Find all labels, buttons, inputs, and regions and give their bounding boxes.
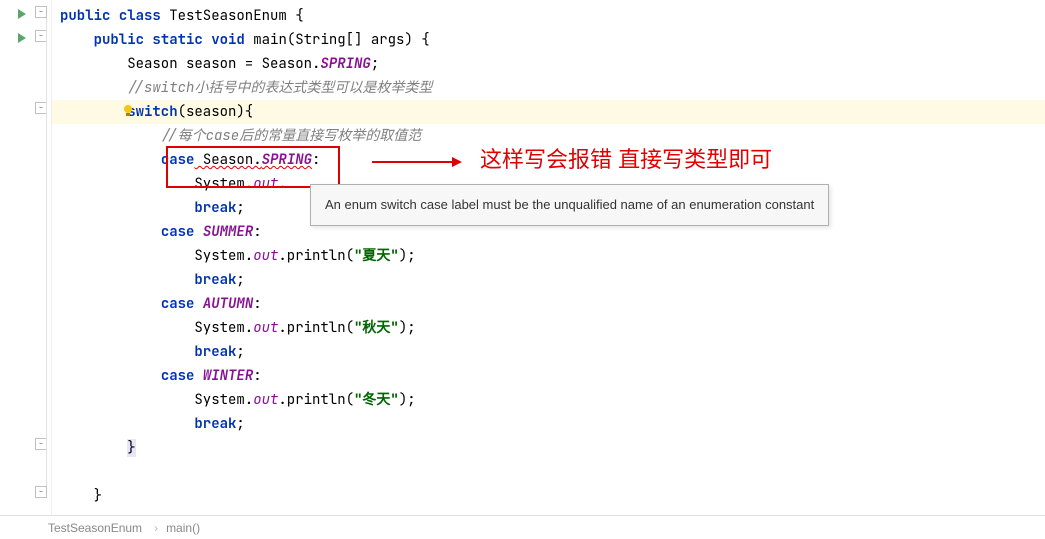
gutter: − − − − − [0, 0, 52, 539]
breadcrumb-item[interactable]: TestSeasonEnum [48, 521, 142, 535]
lightbulb-icon[interactable] [120, 102, 136, 118]
code-line[interactable]: } [52, 484, 1045, 508]
code-line[interactable]: break; [52, 340, 1045, 364]
code-area[interactable]: public class TestSeasonEnum { public sta… [52, 0, 1045, 539]
error-annotation: 这样写会报错 直接写类型即可 [480, 148, 772, 172]
editor-container: − − − − − public class TestSeasonEnum { … [0, 0, 1045, 539]
chevron-right-icon: › [154, 521, 158, 535]
run-method-icon[interactable] [14, 30, 30, 46]
code-line[interactable]: case WINTER: [52, 364, 1045, 388]
code-line[interactable]: break; [52, 268, 1045, 292]
code-line[interactable]: Season season = Season.SPRING; [52, 52, 1045, 76]
code-line[interactable]: case AUTUMN: [52, 292, 1045, 316]
code-line[interactable] [52, 460, 1045, 484]
fold-icon[interactable]: − [35, 6, 47, 18]
code-line[interactable]: break; [52, 412, 1045, 436]
code-line[interactable]: System.out.println("冬天"); [52, 388, 1045, 412]
code-line[interactable]: } [52, 436, 1045, 460]
code-line[interactable]: public class TestSeasonEnum { [52, 4, 1045, 28]
arrow-icon [372, 152, 462, 177]
error-tooltip: An enum switch case label must be the un… [310, 184, 829, 226]
code-line[interactable]: //每个case后的常量直接写枚举的取值范 [52, 124, 1045, 148]
code-line[interactable]: System.out.println("夏天"); [52, 244, 1045, 268]
breadcrumb: TestSeasonEnum › main() [0, 515, 1045, 539]
code-line[interactable]: System.out.println("秋天"); [52, 316, 1045, 340]
fold-icon[interactable]: − [35, 486, 47, 498]
code-line[interactable]: //switch小括号中的表达式类型可以是枚举类型 [52, 76, 1045, 100]
run-class-icon[interactable] [14, 6, 30, 22]
code-line[interactable]: switch(season){ [52, 100, 1045, 124]
code-line[interactable]: public static void main(String[] args) { [52, 28, 1045, 52]
breadcrumb-item[interactable]: main() [166, 521, 200, 535]
